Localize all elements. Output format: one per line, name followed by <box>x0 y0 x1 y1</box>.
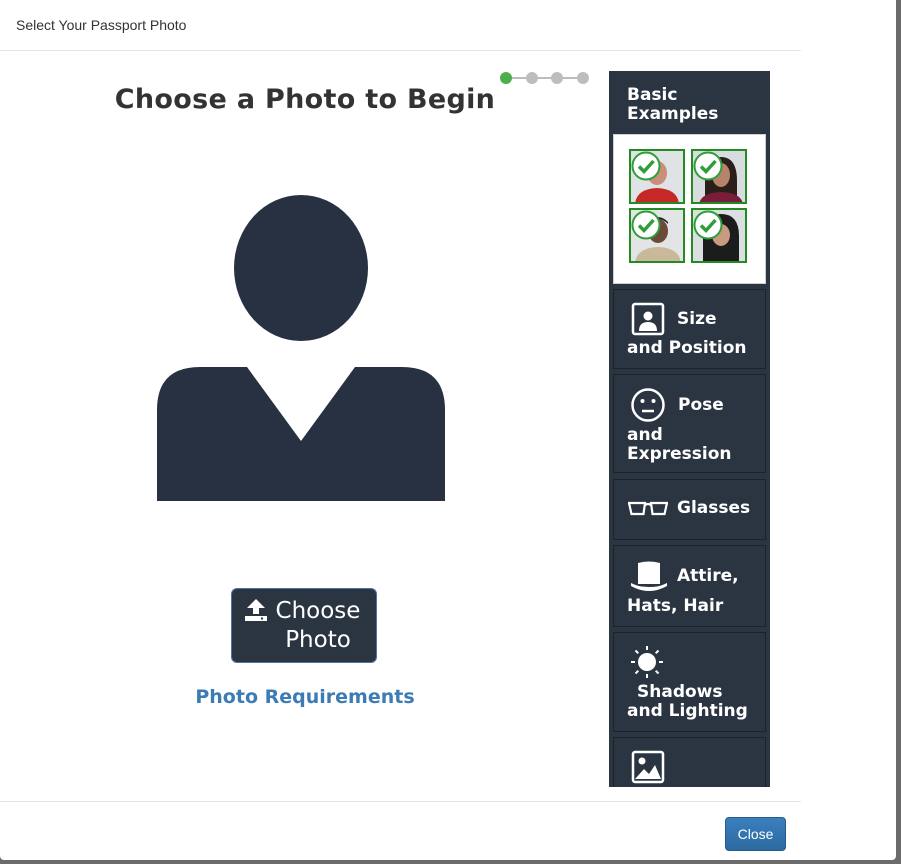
neutral-face-icon <box>631 388 665 422</box>
sidebar-item-glasses[interactable]: Glasses <box>613 479 766 540</box>
step-line <box>506 77 586 79</box>
step-progress <box>500 71 592 85</box>
modal-header: Select Your Passport Photo <box>0 0 801 51</box>
expression-label: Expression <box>627 444 732 464</box>
top-hat-icon <box>630 561 668 591</box>
sidebar-item-shadows-lighting[interactable]: Shadows and Lighting <box>613 632 766 732</box>
size-label: Size <box>677 309 717 329</box>
step-dot-2 <box>526 72 538 84</box>
and-lighting-label: and Lighting <box>627 701 748 721</box>
example-photo-1 <box>629 149 685 204</box>
and-position-label: and Position <box>627 338 747 358</box>
passport-photo-modal: Select Your Passport Photo Choose a Phot… <box>0 0 896 860</box>
check-icon <box>631 210 661 240</box>
person-silhouette-icon <box>157 195 445 501</box>
glasses-label: Glasses <box>677 498 751 518</box>
step-dot-4 <box>577 72 589 84</box>
hats-hair-label: Hats, Hair <box>627 596 724 616</box>
example-photo-2 <box>691 149 747 204</box>
example-photo-3 <box>629 208 685 263</box>
modal-title: Select Your Passport Photo <box>16 17 187 33</box>
portrait-frame-icon <box>631 302 665 336</box>
sidebar: Basic Examples Size and Position Pose an… <box>609 71 770 787</box>
step-dot-1 <box>500 72 512 84</box>
and-label: and <box>627 425 663 445</box>
example-photos-grid[interactable] <box>613 134 766 284</box>
close-button[interactable]: Close <box>725 817 786 851</box>
shadows-label: Shadows <box>637 682 723 702</box>
example-photo-4 <box>691 208 747 263</box>
sidebar-item-pose-expression[interactable]: Pose and Expression <box>613 374 766 473</box>
modal-footer <box>0 801 801 861</box>
sidebar-item-size-position[interactable]: Size and Position <box>613 289 766 369</box>
check-icon <box>693 210 723 240</box>
pose-label: Pose <box>678 395 724 415</box>
glasses-icon <box>628 501 668 516</box>
basic-examples-label: Basic Examples <box>627 85 719 124</box>
check-icon <box>693 151 723 181</box>
choose-photo-button[interactable]: Choose Photo <box>231 588 377 663</box>
check-icon <box>631 151 661 181</box>
attire-label: Attire, <box>677 566 739 586</box>
choose-photo-label: Choose Photo <box>275 598 361 653</box>
sidebar-item-background[interactable] <box>613 737 766 787</box>
sidebar-item-attire-hats-hair[interactable]: Attire, Hats, Hair <box>613 545 766 627</box>
sun-icon <box>631 646 663 678</box>
photo-requirements-link[interactable]: Photo Requirements <box>150 686 460 708</box>
page-title: Choose a Photo to Begin <box>114 84 496 115</box>
sidebar-item-basic-examples[interactable]: Basic Examples <box>613 74 766 134</box>
image-icon <box>631 750 665 784</box>
step-dot-3 <box>551 72 563 84</box>
